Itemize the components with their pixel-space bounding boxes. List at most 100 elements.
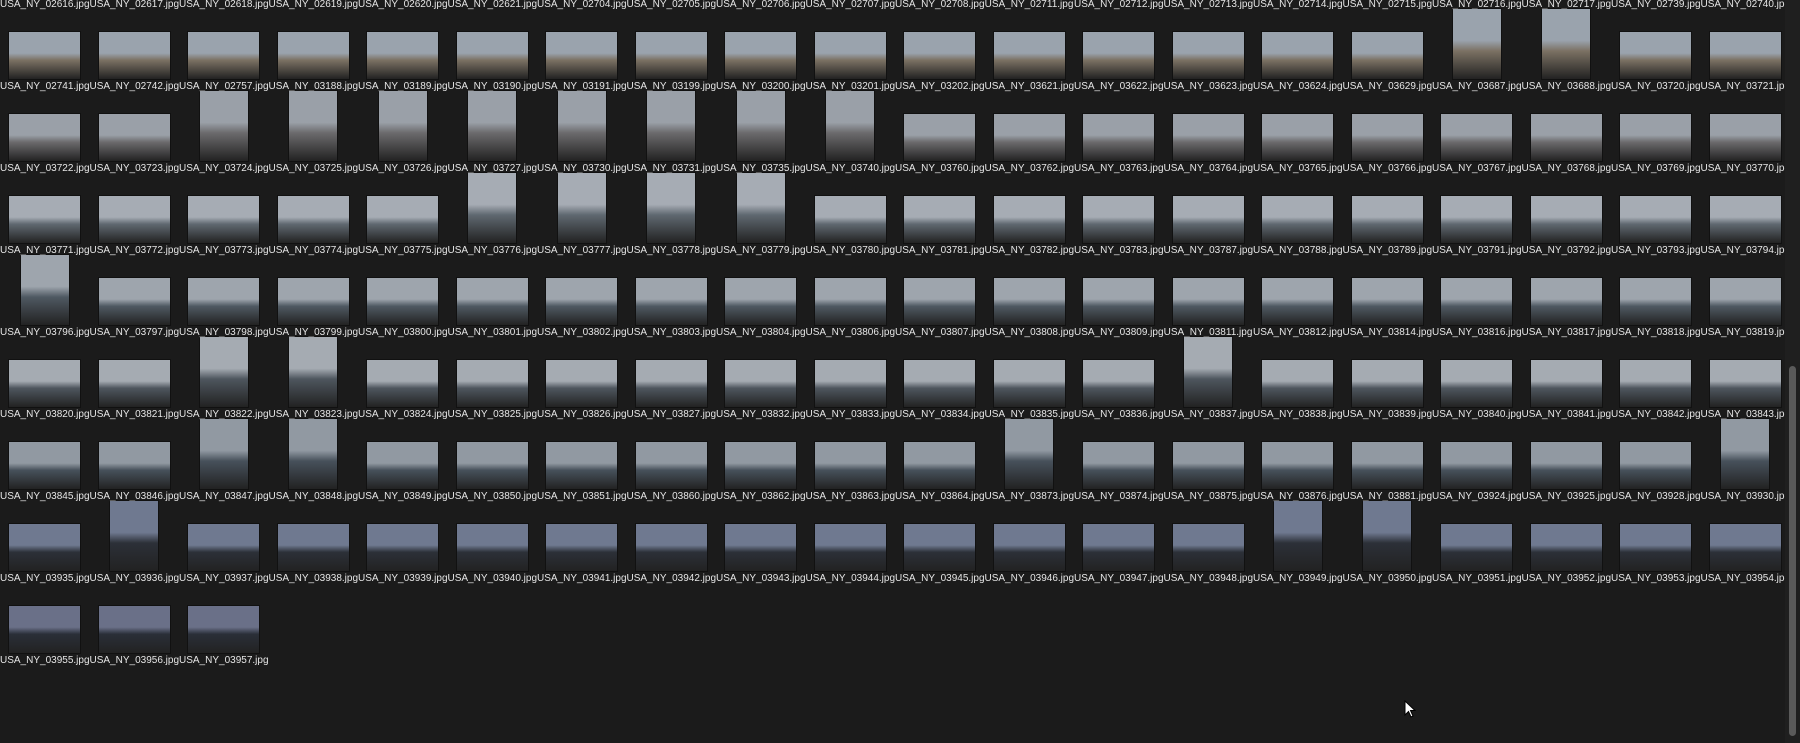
file-tile[interactable]: USA_NY_03936.jpg (90, 501, 179, 585)
file-tile[interactable]: USA_NY_03876.jpg (1253, 425, 1343, 503)
file-tile[interactable]: USA_NY_03847.jpg (179, 419, 269, 503)
file-tile[interactable]: USA_NY_03629.jpg (1343, 15, 1432, 93)
file-tile[interactable]: USA_NY_03823.jpg (269, 337, 358, 421)
file-tile[interactable]: USA_NY_03770.jpg (1701, 97, 1790, 175)
file-tile[interactable]: USA_NY_03199.jpg (627, 15, 716, 93)
file-tile[interactable]: USA_NY_03834.jpg (895, 343, 985, 421)
file-tile[interactable]: USA_NY_03775.jpg (358, 179, 448, 257)
file-tile[interactable]: USA_NY_03928.jpg (1611, 425, 1701, 503)
file-tile[interactable]: USA_NY_03798.jpg (179, 261, 269, 339)
file-tile[interactable]: USA_NY_03202.jpg (895, 15, 985, 93)
file-tile[interactable]: USA_NY_03838.jpg (1253, 343, 1343, 421)
file-tile[interactable]: USA_NY_03791.jpg (1432, 179, 1522, 257)
file-tile[interactable]: USA_NY_03846.jpg (90, 425, 179, 503)
file-tile[interactable]: USA_NY_03816.jpg (1432, 261, 1522, 339)
file-tile[interactable]: USA_NY_03940.jpg (448, 507, 537, 585)
file-tile[interactable]: USA_NY_03841.jpg (1522, 343, 1611, 421)
file-tile[interactable]: USA_NY_03944.jpg (806, 507, 895, 585)
file-tile[interactable]: USA_NY_03862.jpg (716, 425, 806, 503)
file-tile[interactable]: USA_NY_03825.jpg (448, 343, 537, 421)
file-tile[interactable]: USA_NY_03776.jpg (448, 173, 537, 257)
file-tile[interactable]: USA_NY_03850.jpg (448, 425, 537, 503)
file-tile[interactable]: USA_NY_03827.jpg (627, 343, 716, 421)
file-tile[interactable]: USA_NY_03837.jpg (1164, 337, 1253, 421)
file-tile[interactable]: USA_NY_03953.jpg (1611, 507, 1701, 585)
file-tile[interactable]: USA_NY_03874.jpg (1074, 425, 1164, 503)
file-tile[interactable]: USA_NY_03938.jpg (269, 507, 358, 585)
file-tile[interactable]: USA_NY_03942.jpg (627, 507, 716, 585)
file-tile[interactable]: USA_NY_03687.jpg (1432, 9, 1522, 93)
file-tile[interactable]: USA_NY_03839.jpg (1343, 343, 1432, 421)
file-tile[interactable]: USA_NY_03864.jpg (895, 425, 985, 503)
file-tile[interactable]: USA_NY_03806.jpg (806, 261, 895, 339)
file-tile[interactable]: USA_NY_03723.jpg (90, 97, 179, 175)
file-tile[interactable]: USA_NY_03849.jpg (358, 425, 448, 503)
file-tile[interactable]: USA_NY_03955.jpg (0, 589, 90, 667)
file-tile[interactable]: USA_NY_03812.jpg (1253, 261, 1343, 339)
file-tile[interactable]: USA_NY_03809.jpg (1074, 261, 1164, 339)
file-tile[interactable]: USA_NY_02757.jpg (179, 15, 269, 93)
file-tile[interactable]: USA_NY_03780.jpg (806, 179, 895, 257)
file-tile[interactable]: USA_NY_03781.jpg (895, 179, 985, 257)
file-tile[interactable]: USA_NY_03860.jpg (627, 425, 716, 503)
file-tile[interactable]: USA_NY_03949.jpg (1253, 501, 1343, 585)
file-tile[interactable]: USA_NY_02741.jpg (0, 15, 90, 93)
file-tile[interactable]: USA_NY_03760.jpg (895, 97, 985, 175)
file-tile[interactable]: USA_NY_03950.jpg (1343, 501, 1432, 585)
vertical-scrollbar[interactable] (1785, 0, 1800, 743)
file-tile[interactable]: USA_NY_03851.jpg (537, 425, 627, 503)
file-tile[interactable]: USA_NY_03788.jpg (1253, 179, 1343, 257)
file-tile[interactable]: USA_NY_03835.jpg (985, 343, 1074, 421)
file-tile[interactable]: USA_NY_03935.jpg (0, 507, 90, 585)
file-tile[interactable]: USA_NY_03771.jpg (0, 179, 90, 257)
file-tile[interactable]: USA_NY_03740.jpg (806, 91, 895, 175)
file-tile[interactable]: USA_NY_03826.jpg (537, 343, 627, 421)
file-tile[interactable]: USA_NY_03730.jpg (537, 91, 627, 175)
file-tile[interactable]: USA_NY_03779.jpg (716, 173, 806, 257)
file-tile[interactable]: USA_NY_03842.jpg (1611, 343, 1701, 421)
file-tile[interactable]: USA_NY_03188.jpg (269, 15, 358, 93)
file-tile[interactable]: USA_NY_03200.jpg (716, 15, 806, 93)
file-tile[interactable]: USA_NY_03943.jpg (716, 507, 806, 585)
file-tile[interactable]: USA_NY_03924.jpg (1432, 425, 1522, 503)
file-tile[interactable]: USA_NY_03840.jpg (1432, 343, 1522, 421)
file-tile[interactable]: USA_NY_03765.jpg (1253, 97, 1343, 175)
file-tile[interactable]: USA_NY_03939.jpg (358, 507, 448, 585)
file-tile[interactable]: USA_NY_03952.jpg (1522, 507, 1611, 585)
file-tile[interactable]: USA_NY_03824.jpg (358, 343, 448, 421)
file-tile[interactable]: USA_NY_03954.jpg (1701, 507, 1790, 585)
file-tile[interactable]: USA_NY_03191.jpg (537, 15, 627, 93)
file-tile[interactable]: USA_NY_03863.jpg (806, 425, 895, 503)
file-tile[interactable]: USA_NY_03948.jpg (1164, 507, 1253, 585)
file-tile[interactable]: USA_NY_03818.jpg (1611, 261, 1701, 339)
file-tile[interactable]: USA_NY_03796.jpg (0, 255, 90, 339)
file-tile[interactable]: USA_NY_03807.jpg (895, 261, 985, 339)
file-tile[interactable]: USA_NY_03801.jpg (448, 261, 537, 339)
file-tile[interactable]: USA_NY_03848.jpg (269, 419, 358, 503)
file-tile[interactable]: USA_NY_03820.jpg (0, 343, 90, 421)
file-tile[interactable]: USA_NY_03875.jpg (1164, 425, 1253, 503)
file-tile[interactable]: USA_NY_03930.jpg (1701, 419, 1790, 503)
file-tile[interactable]: USA_NY_03722.jpg (0, 97, 90, 175)
file-tile[interactable]: USA_NY_03782.jpg (985, 179, 1074, 257)
file-tile[interactable]: USA_NY_03804.jpg (716, 261, 806, 339)
file-tile[interactable]: USA_NY_03819.jpg (1701, 261, 1790, 339)
file-tile[interactable]: USA_NY_03787.jpg (1164, 179, 1253, 257)
file-tile[interactable]: USA_NY_03721.jpg (1701, 15, 1790, 93)
file-tile[interactable]: USA_NY_03622.jpg (1074, 15, 1164, 93)
file-tile[interactable]: USA_NY_03688.jpg (1522, 9, 1611, 93)
file-tile[interactable]: USA_NY_03814.jpg (1343, 261, 1432, 339)
file-tile[interactable]: USA_NY_03725.jpg (269, 91, 358, 175)
file-tile[interactable]: USA_NY_03802.jpg (537, 261, 627, 339)
file-tile[interactable]: USA_NY_03727.jpg (448, 91, 537, 175)
file-tile[interactable]: USA_NY_03836.jpg (1074, 343, 1164, 421)
file-tile[interactable]: USA_NY_03873.jpg (985, 419, 1074, 503)
file-tile[interactable]: USA_NY_03845.jpg (0, 425, 90, 503)
file-tile[interactable]: USA_NY_03720.jpg (1611, 15, 1701, 93)
file-tile[interactable]: USA_NY_03768.jpg (1522, 97, 1611, 175)
file-tile[interactable]: USA_NY_03735.jpg (716, 91, 806, 175)
file-tile[interactable]: USA_NY_03189.jpg (358, 15, 448, 93)
file-tile[interactable]: USA_NY_03766.jpg (1343, 97, 1432, 175)
file-tile[interactable]: USA_NY_03832.jpg (716, 343, 806, 421)
file-tile[interactable]: USA_NY_03773.jpg (179, 179, 269, 257)
